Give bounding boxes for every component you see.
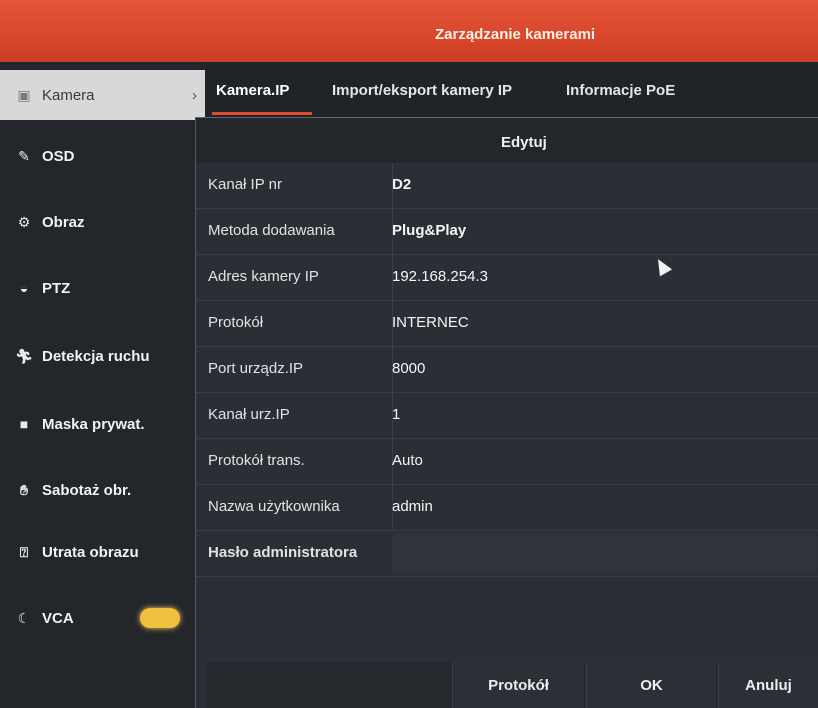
protocol-select[interactable]: INTERNEC [392,314,469,331]
sidebar-item-label: Detekcja ruchu [42,347,150,365]
port-field[interactable]: 8000 [392,360,425,377]
tab-bar: Kamera.IP Import/eksport kamery IP Infor… [205,62,818,117]
row-metoda-dodawania: Metoda dodawania Plug&Play [196,209,818,255]
form-label: Kanał urz.IP [208,406,290,423]
privacy-mask-icon: ■ [19,416,29,432]
sidebar-item-sabotaz-obr[interactable]: ✋︎ Sabotaż obr. [0,460,205,520]
active-tab-indicator [212,112,312,115]
row-port-urzadz-ip[interactable]: Port urządz.IP 8000 [196,347,818,393]
ok-button[interactable]: OK [586,662,716,708]
dialog-footer: Protokół OK Anuluj [205,662,818,708]
row-adres-kamery-ip[interactable]: Adres kamery IP 192.168.254.3 [196,255,818,301]
camera-icon: ▣ [17,86,31,103]
sidebar-item-label: OSD [42,147,75,165]
sidebar-item-label: VCA [42,609,74,627]
row-protokol[interactable]: Protokół INTERNEC [196,301,818,347]
form-label: Kanał IP nr [208,176,282,193]
form-label: Adres kamery IP [208,268,319,285]
row-haslo-administratora[interactable]: Hasło administratora [196,531,818,577]
sidebar-item-ptz[interactable]: ◒ PTZ [0,258,205,318]
channel-field[interactable]: 1 [392,406,400,423]
form-value: D2 [392,176,412,193]
sidebar-item-maska-prywat[interactable]: ■ Maska prywat. [0,394,205,454]
form-label: Protokół trans. [208,452,305,469]
ip-address-field[interactable]: 192.168.254.3 [392,268,488,285]
tab-informacje-poe[interactable]: Informacje PoE [566,82,675,99]
tab-import-eksport[interactable]: Import/eksport kamery IP [332,82,512,99]
transport-protocol-select[interactable]: Auto [392,452,423,469]
ptz-icon: ◒ [19,280,29,296]
edit-dialog: Edytuj Kanał IP nr D2 Metoda dodawania P… [195,117,818,708]
form-value: Plug&Play [392,222,467,239]
sidebar-item-label: Sabotaż obr. [42,481,132,499]
password-field[interactable] [392,533,817,573]
sidebar-item-label: Maska prywat. [42,415,145,433]
sidebar-item-label: Utrata obrazu [42,543,139,561]
form-label: Port urządz.IP [208,360,304,377]
username-field[interactable]: admin [392,498,433,515]
dialog-title: Edytuj [501,134,547,151]
sidebar-item-label: PTZ [42,279,71,297]
osd-icon: ✎ [18,147,30,164]
title-bar: Zarządzanie kamerami [0,0,818,62]
chevron-right-icon: › [192,86,197,104]
sidebar: ▣ Kamera › ✎ OSD ⚙ Obraz ◒ PTZ 🏃︎ Detekc… [0,62,205,708]
image-icon: ⚙ [17,213,31,230]
form-label: Nazwa użytkownika [208,498,340,515]
sidebar-item-utrata-obrazu[interactable]: ⍰ Utrata obrazu [0,522,205,582]
form-label: Hasło administratora [208,544,358,561]
sidebar-item-label: Kamera [42,86,95,104]
vca-icon: ☾ [17,609,31,626]
sidebar-item-detekcja-ruchu[interactable]: 🏃︎ Detekcja ruchu [0,326,205,386]
row-nazwa-uzytkownika[interactable]: Nazwa użytkownika admin [196,485,818,531]
motion-icon: 🏃︎ [15,347,33,364]
row-protokol-trans[interactable]: Protokół trans. Auto [196,439,818,485]
sidebar-item-kamera[interactable]: ▣ Kamera › [0,70,205,120]
row-kanal-ip-nr: Kanał IP nr D2 [196,163,818,209]
sidebar-item-label: Obraz [42,213,85,231]
form-label: Metoda dodawania [208,222,335,239]
tamper-icon: ✋︎ [20,481,28,498]
dialog-header: Edytuj [196,118,818,163]
cancel-button[interactable]: Anuluj [718,662,818,708]
protocol-button[interactable]: Protokół [452,662,584,708]
window-title: Zarządzanie kamerami [435,26,596,43]
form-label: Protokół [208,314,264,331]
tab-kamera-ip[interactable]: Kamera.IP [216,82,289,99]
sidebar-item-vca[interactable]: ☾ VCA [0,588,205,648]
video-loss-icon: ⍰ [19,543,29,560]
sidebar-item-obraz[interactable]: ⚙ Obraz [0,192,205,252]
sidebar-item-osd[interactable]: ✎ OSD [0,126,205,186]
row-kanal-urz-ip[interactable]: Kanał urz.IP 1 [196,393,818,439]
vca-toggle[interactable] [140,608,180,628]
